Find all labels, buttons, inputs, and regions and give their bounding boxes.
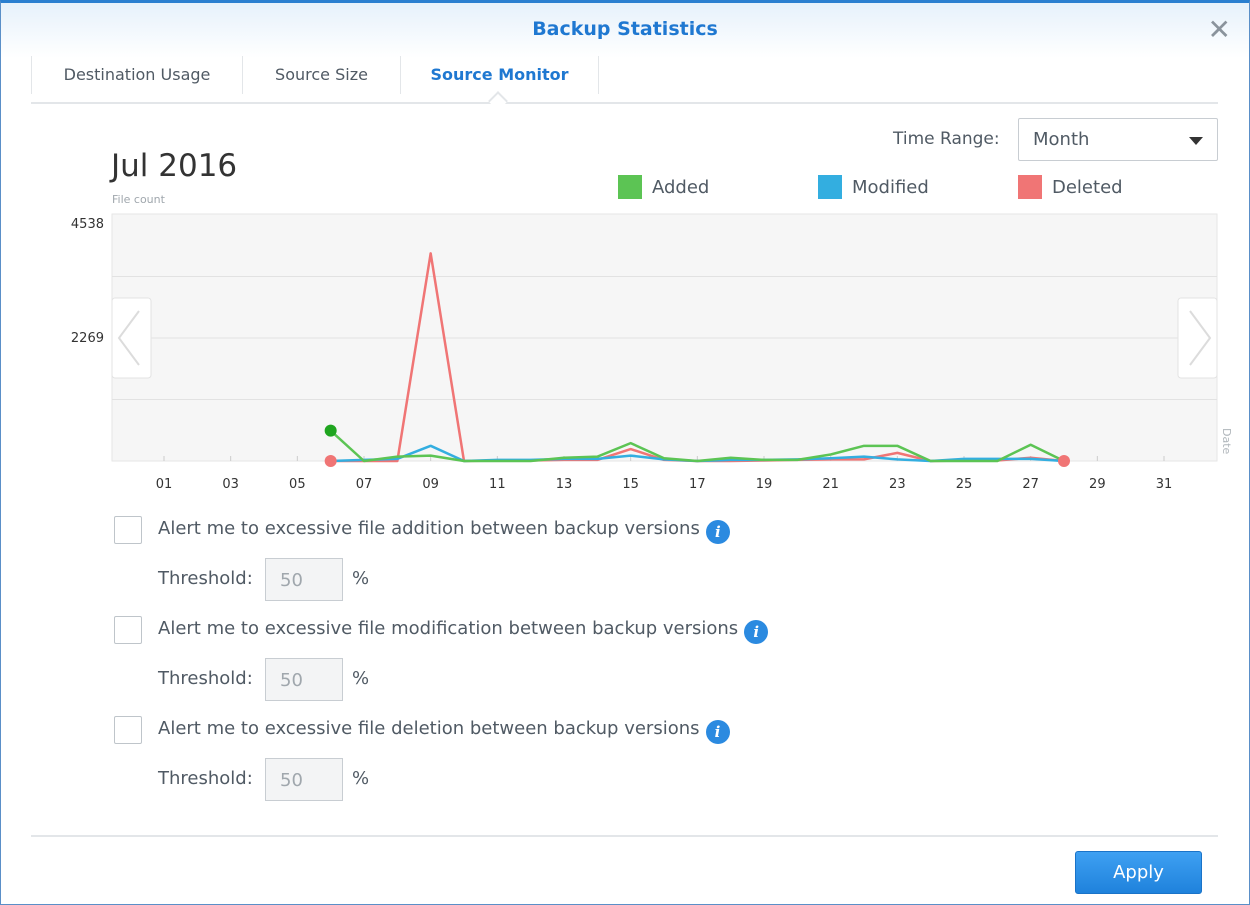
info-icon[interactable]: i	[705, 720, 730, 744]
point-marker-deleted	[324, 455, 337, 467]
legend-swatch	[818, 175, 842, 199]
next-button[interactable]	[1177, 297, 1218, 379]
point-marker-deleted	[1058, 455, 1070, 467]
alert-deletion-label: Alert me to excessive file deletion betw…	[158, 718, 700, 739]
addition-threshold-input[interactable]: 50	[265, 558, 343, 601]
x-tick-label: 11	[489, 477, 506, 492]
line-chart: 4538 2269 Date 01 03 05 07 09 11 13 15 17 19 21 23 2…	[71, 213, 1233, 492]
x-tick-label: 05	[289, 477, 306, 492]
time-range-value: Month	[1033, 129, 1090, 150]
x-tick-label: 01	[156, 477, 173, 492]
alert-modification-checkbox[interactable]	[114, 616, 142, 644]
tab-destination-usage[interactable]: Destination Usage	[31, 56, 242, 94]
threshold-label: Threshold:	[158, 768, 253, 789]
x-tick-label: 29	[1089, 477, 1106, 492]
threshold-label: Threshold:	[158, 568, 253, 589]
legend-label: Modified	[852, 176, 929, 198]
footer-divider	[31, 835, 1218, 837]
close-icon[interactable]: ✕	[1208, 13, 1231, 46]
legend-added: Added	[618, 175, 709, 199]
legend-label: Deleted	[1052, 176, 1123, 198]
x-tick-label: 07	[356, 477, 373, 492]
x-tick-label: 25	[956, 477, 973, 492]
tab-source-size[interactable]: Source Size	[242, 56, 400, 94]
time-range-label: Time Range:	[893, 129, 1000, 149]
x-tick-label: 23	[889, 477, 906, 492]
y-tick-label: 4538	[71, 217, 104, 232]
dialog-title: Backup Statistics	[532, 18, 718, 40]
modification-threshold-input[interactable]: 50	[265, 658, 343, 701]
x-tick-label: 31	[1156, 477, 1173, 492]
x-tick-label: 09	[422, 477, 439, 492]
legend-deleted: Deleted	[1018, 175, 1123, 199]
legend-label: Added	[652, 176, 710, 198]
percent-unit: %	[352, 568, 370, 589]
x-axis-label: Date	[1220, 428, 1233, 455]
legend-modified: Modified	[818, 175, 929, 199]
chevron-down-icon	[1189, 137, 1203, 145]
alert-addition-checkbox[interactable]	[114, 516, 142, 544]
legend-swatch	[1018, 175, 1042, 199]
alert-deletion-checkbox[interactable]	[114, 716, 142, 744]
prev-button[interactable]	[111, 297, 152, 379]
tab-bar: Destination Usage Source Size Source Mon…	[31, 56, 1218, 104]
alert-modification-label: Alert me to excessive file modification …	[158, 618, 739, 639]
time-range-select[interactable]: Month	[1018, 118, 1218, 161]
x-tick-label: 15	[622, 477, 639, 492]
x-tick-label: 13	[556, 477, 573, 492]
dialog-header: Backup Statistics ✕	[1, 3, 1249, 58]
deletion-threshold-input[interactable]: 50	[265, 758, 343, 801]
y-tick-label: 2269	[71, 331, 104, 346]
legend-swatch	[618, 175, 642, 199]
point-marker-added	[324, 424, 337, 437]
x-tick-label: 21	[822, 477, 839, 492]
info-icon[interactable]: i	[744, 620, 769, 644]
x-tick-label: 17	[689, 477, 706, 492]
period-title: Jul 2016	[111, 148, 238, 184]
info-icon[interactable]: i	[705, 520, 730, 544]
percent-unit: %	[352, 768, 370, 789]
x-tick-label: 27	[1022, 477, 1039, 492]
threshold-label: Threshold:	[158, 668, 253, 689]
apply-button[interactable]: Apply	[1075, 851, 1202, 894]
percent-unit: %	[352, 668, 370, 689]
alert-addition-label: Alert me to excessive file addition betw…	[158, 518, 700, 539]
x-tick-label: 19	[756, 477, 773, 492]
tab-source-monitor[interactable]: Source Monitor	[400, 56, 599, 94]
x-tick-label: 03	[222, 477, 239, 492]
